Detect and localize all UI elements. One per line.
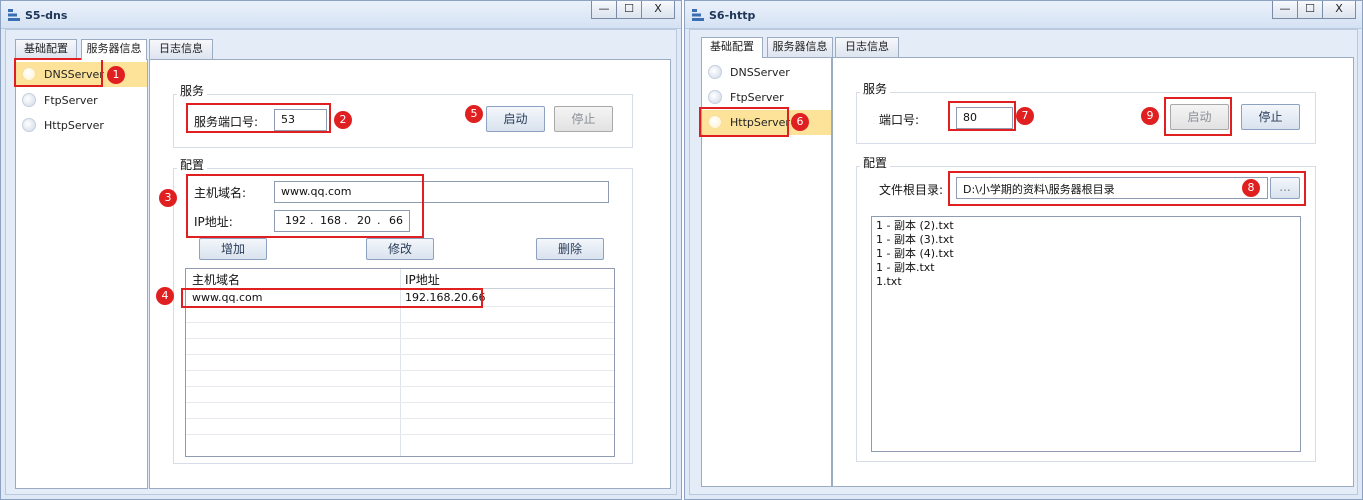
annotation-marker: 5: [465, 105, 483, 123]
config-legend: 配置: [860, 154, 891, 171]
close-button[interactable]: X: [641, 1, 675, 19]
server-label: HttpServer: [44, 119, 104, 132]
add-button[interactable]: 增加: [199, 238, 267, 260]
file-list: 1 - 副本 (2).txt 1 - 副本 (3).txt 1 - 副本 (4)…: [871, 216, 1301, 452]
server-item-ftp[interactable]: FtpServer: [16, 88, 147, 113]
server-status-icon: [708, 65, 722, 79]
server-item-http[interactable]: HttpServer: [16, 113, 147, 138]
annotation-marker: 2: [334, 111, 352, 129]
title-bar[interactable]: S5-dns — ☐ X: [1, 1, 681, 29]
server-label: DNSServer: [730, 66, 790, 79]
annotation-marker: 6: [791, 113, 809, 131]
column-header-host[interactable]: 主机域名: [192, 271, 240, 288]
annotation-box: [699, 107, 789, 137]
tab-log-info[interactable]: 日志信息: [835, 37, 899, 57]
start-button[interactable]: 启动: [486, 106, 545, 132]
annotation-marker: 4: [156, 287, 174, 305]
annotation-marker: 8: [1242, 179, 1260, 197]
stop-button[interactable]: 停止: [1241, 104, 1300, 130]
service-legend: 服务: [177, 82, 208, 99]
annotation-marker: 7: [1016, 107, 1034, 125]
stop-button[interactable]: 停止: [554, 106, 613, 132]
minimize-button[interactable]: —: [1272, 1, 1298, 19]
close-button[interactable]: X: [1322, 1, 1356, 19]
list-item[interactable]: 1 - 副本 (4).txt: [876, 247, 1296, 261]
title-bar[interactable]: S6-http — ☐ X: [685, 1, 1362, 29]
column-header-ip[interactable]: IP地址: [405, 271, 440, 288]
server-status-icon: [22, 93, 36, 107]
annotation-box: [948, 101, 1016, 131]
http-window: S6-http — ☐ X 基础配置 服务器信息 日志信息 DNSServer …: [684, 0, 1363, 500]
list-item[interactable]: 1 - 副本 (2).txt: [876, 219, 1296, 233]
server-label: FtpServer: [730, 91, 784, 104]
tab-basic-config[interactable]: 基础配置: [15, 39, 77, 59]
server-status-icon: [708, 90, 722, 104]
annotation-marker: 9: [1141, 107, 1159, 125]
list-item[interactable]: 1.txt: [876, 275, 1296, 289]
server-list: DNSServer FtpServer HttpServer: [15, 59, 148, 489]
tab-log-info[interactable]: 日志信息: [149, 39, 213, 59]
annotation-box: [1164, 97, 1232, 136]
annotation-box: [186, 174, 424, 238]
annotation-box: [186, 103, 331, 133]
annotation-marker: 1: [107, 66, 125, 84]
modify-button[interactable]: 修改: [366, 238, 434, 260]
server-status-icon: [22, 118, 36, 132]
annotation-box: [181, 288, 483, 308]
tab-server-info[interactable]: 服务器信息: [81, 39, 147, 60]
window-title: S5-dns: [25, 9, 68, 22]
maximize-button[interactable]: ☐: [616, 1, 642, 19]
port-label: 端口号:: [879, 113, 920, 127]
server-label: FtpServer: [44, 94, 98, 107]
maximize-button[interactable]: ☐: [1297, 1, 1323, 19]
app-icon: [692, 9, 704, 21]
root-dir-label: 文件根目录:: [879, 183, 944, 197]
annotation-box: [14, 58, 103, 87]
annotation-marker: 3: [159, 189, 177, 207]
dns-window: S5-dns — ☐ X 基础配置 服务器信息 日志信息 DNSServer F…: [0, 0, 682, 500]
tab-server-info[interactable]: 服务器信息: [767, 37, 833, 57]
window-client: 基础配置 服务器信息 日志信息 DNSServer FtpServer Http…: [689, 29, 1358, 495]
window-client: 基础配置 服务器信息 日志信息 DNSServer FtpServer Http…: [5, 29, 677, 495]
window-title: S6-http: [709, 9, 756, 22]
delete-button[interactable]: 删除: [536, 238, 604, 260]
config-legend: 配置: [177, 156, 208, 173]
tab-basic-config[interactable]: 基础配置: [701, 37, 763, 58]
minimize-button[interactable]: —: [591, 1, 617, 19]
app-icon: [8, 9, 20, 21]
server-config-panel: 服务 端口号: 80 启动 停止 配置 文件根目录: D:\小学期的资料\服务器…: [832, 57, 1354, 487]
server-item-dns[interactable]: DNSServer: [702, 60, 831, 85]
list-item[interactable]: 1 - 副本.txt: [876, 261, 1296, 275]
list-item[interactable]: 1 - 副本 (3).txt: [876, 233, 1296, 247]
service-legend: 服务: [860, 80, 891, 97]
